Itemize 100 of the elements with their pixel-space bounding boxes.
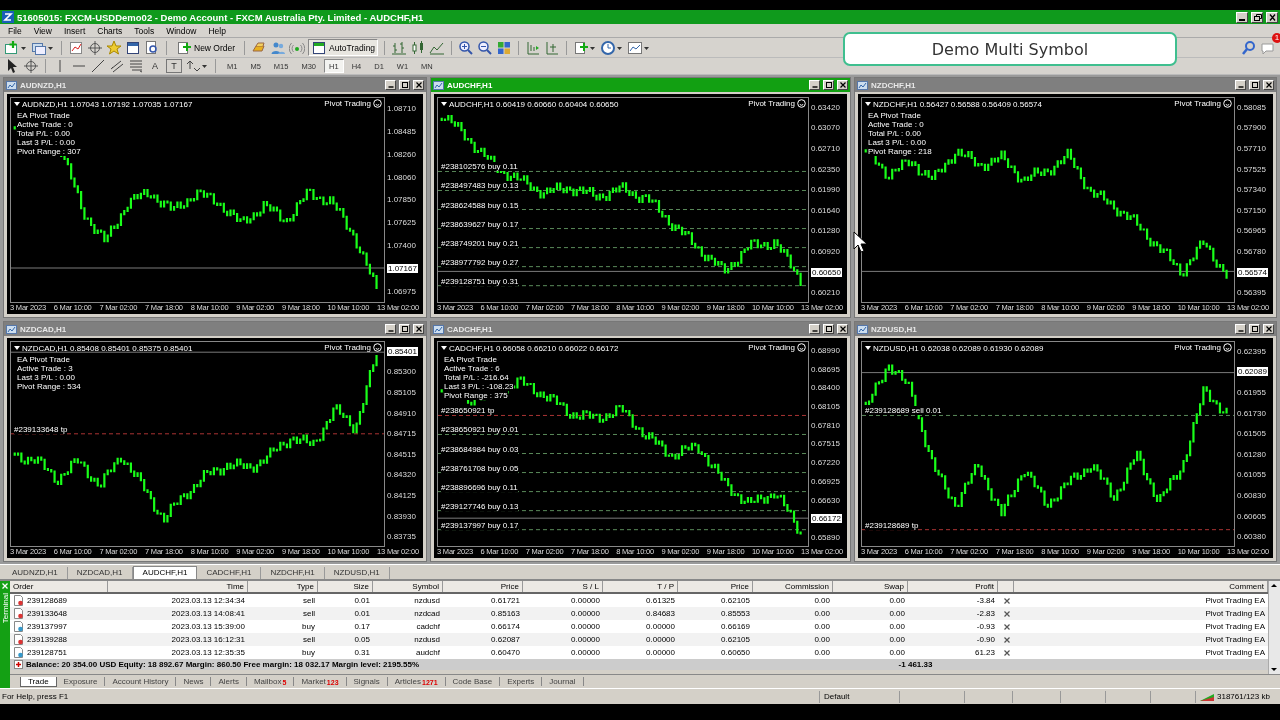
price-axis-label: 0.68105: [811, 402, 840, 411]
template-icon[interactable]: [627, 39, 652, 56]
menu-item[interactable]: File: [2, 25, 28, 36]
table-cell-text: -3.84: [976, 595, 995, 607]
price-axis-label: 0.62710: [811, 144, 840, 153]
close-button[interactable]: [837, 80, 848, 90]
column-header[interactable]: Size: [318, 581, 373, 592]
close-order-icon[interactable]: [1003, 635, 1011, 644]
column-header[interactable]: Time: [108, 581, 248, 592]
close-order-icon[interactable]: [1003, 596, 1011, 605]
order-line-label: #238761708 buy 0.05: [441, 463, 519, 473]
zoom-out-icon[interactable]: [477, 39, 494, 56]
column-header[interactable]: Price: [443, 581, 523, 592]
close-button[interactable]: [837, 324, 848, 334]
new-order-button[interactable]: New Order: [173, 39, 239, 56]
window-icon[interactable]: [125, 39, 141, 56]
document-search-icon[interactable]: [144, 39, 160, 56]
arrows-icon[interactable]: [185, 58, 209, 74]
bar-chart-icon[interactable]: [391, 39, 408, 56]
menu-item[interactable]: View: [27, 25, 58, 36]
close-button[interactable]: [413, 80, 424, 90]
tile-windows-icon[interactable]: [496, 39, 513, 56]
price-axis-label: 0.63420: [811, 102, 840, 112]
close-icon[interactable]: [1, 582, 9, 590]
restore-button[interactable]: [1251, 11, 1263, 23]
table-cell-text: 0.00: [889, 634, 905, 646]
column-header[interactable]: Swap: [833, 581, 908, 592]
column-header[interactable]: Type: [248, 581, 318, 592]
maximize-button[interactable]: [823, 324, 834, 334]
terminal-tab[interactable]: News: [176, 677, 212, 686]
column-header[interactable]: Profit: [908, 581, 998, 592]
table-row[interactable]: 239133648 2023.03.13 14:08:41 sell 0.01 nzdcad 0.85163 0.00000 0.84683 0.85553 0.00 0.00 -2.83 Pivot Trading EA: [10, 607, 1268, 620]
zoom-in-icon[interactable]: [458, 39, 475, 56]
terminal-tab[interactable]: Alerts: [211, 677, 247, 686]
minimize-button[interactable]: [1235, 324, 1246, 334]
price-axis-label: 0.61055: [1237, 470, 1266, 480]
label-tool-button[interactable]: T: [166, 59, 182, 73]
window-icon: [311, 39, 328, 56]
menu-item[interactable]: Charts: [91, 25, 129, 36]
crosshair-icon[interactable]: [87, 39, 103, 56]
minimize-button[interactable]: [809, 80, 820, 90]
trend-line-icon[interactable]: [90, 58, 106, 74]
star-icon[interactable]: [106, 39, 122, 56]
column-header[interactable]: T / P: [603, 581, 678, 592]
smiley-icon: [1223, 99, 1232, 108]
column-header[interactable]: Price: [678, 581, 753, 592]
close-order-icon[interactable]: [1003, 648, 1011, 657]
market-watch-icon[interactable]: [68, 39, 84, 56]
maximize-button[interactable]: [399, 80, 410, 90]
terminal-tab[interactable]: Signals: [346, 677, 388, 686]
column-header[interactable]: Commission: [753, 581, 833, 592]
minimize-button[interactable]: [809, 324, 820, 334]
close-button[interactable]: [1263, 80, 1274, 90]
close-icon: [838, 81, 847, 89]
autotrading-button[interactable]: AutoTrading: [308, 39, 379, 56]
expand-icon[interactable]: [14, 660, 23, 669]
maximize-button[interactable]: [399, 324, 410, 334]
table-cell-text: 0.00: [814, 608, 830, 620]
table-cell-text: 2023.03.13 12:34:34: [171, 595, 245, 607]
close-order-icon[interactable]: [1003, 622, 1011, 631]
channel-icon[interactable]: [109, 58, 125, 74]
minimize-button[interactable]: [1236, 11, 1248, 23]
terminal-tab[interactable]: Account History: [105, 677, 177, 686]
column-header[interactable]: Order: [10, 581, 108, 592]
chart-tab[interactable]: AUDCHF,H1: [132, 566, 198, 579]
minimize-button[interactable]: [385, 80, 396, 90]
close-order-icon[interactable]: [1003, 609, 1011, 618]
scroll-down-icon[interactable]: [1269, 665, 1279, 674]
minimize-button[interactable]: [385, 324, 396, 334]
maximize-button[interactable]: [823, 80, 834, 90]
terminal-tab[interactable]: Journal: [542, 677, 584, 686]
menu-item[interactable]: Help: [202, 25, 232, 36]
price-axis-label: 1.07625: [387, 218, 416, 228]
menu-item[interactable]: Window: [160, 25, 203, 36]
scroll-up-icon[interactable]: [1269, 581, 1279, 590]
new-chart-icon[interactable]: [4, 39, 28, 56]
order-line-label: #238977792 buy 0.27: [441, 257, 519, 267]
maximize-button[interactable]: [1249, 80, 1260, 90]
app-logo-icon: [2, 11, 14, 23]
maximize-button[interactable]: [1249, 324, 1260, 334]
terminal-tab[interactable]: Code Base: [445, 677, 501, 686]
close-button[interactable]: [413, 324, 424, 334]
minimize-button[interactable]: [1235, 80, 1246, 90]
search-icon[interactable]: [1241, 39, 1257, 56]
menu-item[interactable]: Tools: [128, 25, 161, 36]
terminal-tab[interactable]: Experts: [500, 677, 543, 686]
table-cell-text: 2023.03.13 12:35:35: [171, 647, 245, 659]
terminal-tab[interactable]: Exposure: [56, 677, 106, 686]
close-button[interactable]: [1266, 11, 1278, 23]
clock-icon[interactable]: [600, 39, 625, 56]
column-header[interactable]: Symbol: [373, 581, 443, 592]
column-header[interactable]: S / L: [523, 581, 603, 592]
terminal-tab[interactable]: Trade: [20, 676, 57, 687]
add-indicator-icon[interactable]: [573, 39, 598, 56]
close-button[interactable]: [1263, 324, 1274, 334]
table-row[interactable]: 239139288 2023.03.13 16:12:31 sell 0.05 nzdusd 0.62087 0.00000 0.00000 0.62105 0.00 0.00 -0.90 Pivot Trading EA: [10, 633, 1268, 646]
menu-item[interactable]: Insert: [58, 25, 92, 36]
text-tool-button[interactable]: A: [147, 59, 163, 73]
crosshair-icon[interactable]: [23, 58, 39, 74]
ea-info-text: Last 3 P/L : 0.00: [17, 138, 75, 147]
